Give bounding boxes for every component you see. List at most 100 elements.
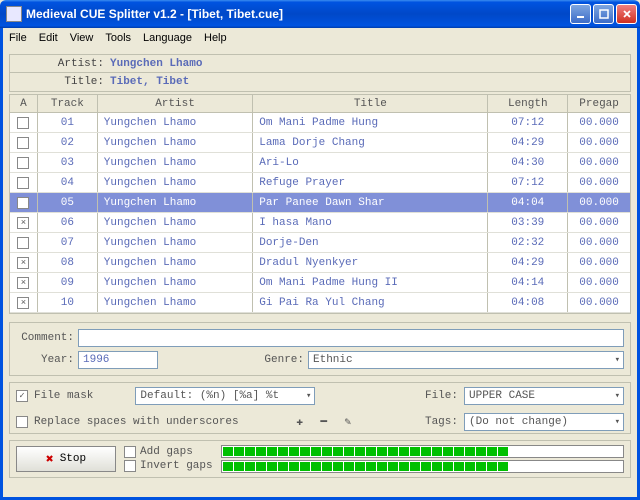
options-panel: ✓ File mask Default: (%n) [%a] %t File: …: [9, 382, 631, 434]
cell-title: Ari-Lo: [253, 153, 488, 172]
form-panel: Comment: Year: Genre: Ethnic: [9, 322, 631, 376]
menu-tools[interactable]: Tools: [105, 32, 131, 44]
cell-length: 04:04: [488, 193, 568, 212]
table-row[interactable]: 05Yungchen LhamoPar Panee Dawn Shar04:04…: [10, 193, 630, 213]
cell-pregap: 00.000: [568, 133, 630, 152]
row-checkbox[interactable]: ×: [17, 257, 29, 269]
file-combo[interactable]: UPPER CASE: [464, 387, 624, 405]
row-checkbox[interactable]: [17, 237, 29, 249]
cell-title: Gi Pai Ra Yul Chang: [253, 293, 488, 312]
addgaps-label: Add gaps: [140, 446, 193, 458]
table-row[interactable]: × 09Yungchen LhamoOm Mani Padme Hung II04…: [10, 273, 630, 293]
cell-title: Refuge Prayer: [253, 173, 488, 192]
row-checkbox[interactable]: [17, 157, 29, 169]
table-row[interactable]: 02Yungchen LhamoLama Dorje Chang04:2900.…: [10, 133, 630, 153]
edit-icon[interactable]: ✎: [339, 413, 357, 431]
cell-title: Lama Dorje Chang: [253, 133, 488, 152]
cell-title: Dradul Nyenkyer: [253, 253, 488, 272]
cell-pregap: 00.000: [568, 193, 630, 212]
remove-icon[interactable]: ━: [315, 413, 333, 431]
titlebar[interactable]: Medieval CUE Splitter v1.2 - [Tibet, Tib…: [0, 0, 640, 28]
header-artist[interactable]: Artist: [98, 95, 253, 112]
cell-pregap: 00.000: [568, 113, 630, 132]
table-row[interactable]: 03Yungchen LhamoAri-Lo04:3000.000: [10, 153, 630, 173]
comment-input[interactable]: [78, 329, 624, 347]
close-button[interactable]: [616, 4, 637, 24]
row-checkbox[interactable]: [17, 177, 29, 189]
tags-combo[interactable]: (Do not change): [464, 413, 624, 431]
row-checkbox[interactable]: [17, 197, 29, 209]
progress-bar-2: [221, 460, 624, 473]
table-row[interactable]: 04Yungchen LhamoRefuge Prayer07:1200.000: [10, 173, 630, 193]
invertgaps-checkbox[interactable]: [124, 460, 136, 472]
cell-artist: Yungchen Lhamo: [98, 153, 253, 172]
meta-header: Artist: Yungchen Lhamo Title: Tibet, Tib…: [9, 54, 631, 92]
cell-artist: Yungchen Lhamo: [98, 113, 253, 132]
cell-track: 06: [38, 213, 98, 232]
minimize-button[interactable]: [570, 4, 591, 24]
cell-track: 09: [38, 273, 98, 292]
artist-label: Artist:: [10, 58, 110, 70]
row-checkbox[interactable]: ×: [17, 297, 29, 309]
replace-checkbox[interactable]: [16, 416, 28, 428]
header-a[interactable]: A: [10, 95, 38, 112]
menu-view[interactable]: View: [70, 32, 94, 44]
stop-button[interactable]: ✖ Stop: [16, 446, 116, 472]
cell-pregap: 00.000: [568, 253, 630, 272]
menu-language[interactable]: Language: [143, 32, 192, 44]
year-label: Year:: [16, 354, 74, 366]
stop-icon: ✖: [46, 452, 54, 467]
add-icon[interactable]: ✚: [291, 413, 309, 431]
cell-title: Par Panee Dawn Shar: [253, 193, 488, 212]
table-row[interactable]: 07Yungchen LhamoDorje-Den02:3200.000: [10, 233, 630, 253]
cell-pregap: 00.000: [568, 233, 630, 252]
cell-title: I hasa Mano: [253, 213, 488, 232]
menu-edit[interactable]: Edit: [39, 32, 58, 44]
cell-length: 04:30: [488, 153, 568, 172]
cell-artist: Yungchen Lhamo: [98, 233, 253, 252]
cell-track: 04: [38, 173, 98, 192]
table-row[interactable]: 01Yungchen LhamoOm Mani Padme Hung07:120…: [10, 113, 630, 133]
grid-header: A Track Artist Title Length Pregap: [10, 95, 630, 113]
cell-length: 04:14: [488, 273, 568, 292]
filemask-label: File mask: [34, 390, 93, 402]
header-title[interactable]: Title: [253, 95, 488, 112]
row-checkbox[interactable]: [17, 117, 29, 129]
cell-track: 07: [38, 233, 98, 252]
cell-pregap: 00.000: [568, 213, 630, 232]
maximize-button[interactable]: [593, 4, 614, 24]
cell-artist: Yungchen Lhamo: [98, 133, 253, 152]
table-row[interactable]: ×08Yungchen LhamoDradul Nyenkyer04:2900.…: [10, 253, 630, 273]
cell-length: 04:08: [488, 293, 568, 312]
year-input[interactable]: [78, 351, 158, 369]
genre-combo[interactable]: Ethnic: [308, 351, 624, 369]
track-grid: A Track Artist Title Length Pregap 01Yun…: [9, 94, 631, 314]
cell-title: Om Mani Padme Hung II: [253, 273, 488, 292]
app-icon: [6, 6, 22, 22]
cell-pregap: 00.000: [568, 173, 630, 192]
menubar: File Edit View Tools Language Help: [3, 28, 637, 48]
cell-track: 02: [38, 133, 98, 152]
cell-artist: Yungchen Lhamo: [98, 273, 253, 292]
cell-track: 01: [38, 113, 98, 132]
cell-length: 07:12: [488, 173, 568, 192]
header-pregap[interactable]: Pregap: [568, 95, 630, 112]
filemask-combo[interactable]: Default: (%n) [%a] %t: [135, 387, 315, 405]
tags-label: Tags:: [425, 416, 458, 428]
menu-help[interactable]: Help: [204, 32, 227, 44]
row-checkbox[interactable]: ×: [17, 217, 29, 229]
title-label: Title:: [10, 76, 110, 88]
addgaps-checkbox[interactable]: [124, 446, 136, 458]
table-row[interactable]: ×06Yungchen LhamoI hasa Mano03:3900.000: [10, 213, 630, 233]
filemask-checkbox[interactable]: ✓: [16, 390, 28, 402]
menu-file[interactable]: File: [9, 32, 27, 44]
row-checkbox[interactable]: [17, 137, 29, 149]
header-track[interactable]: Track: [38, 95, 98, 112]
header-length[interactable]: Length: [488, 95, 568, 112]
cell-length: 04:29: [488, 133, 568, 152]
title-value: Tibet, Tibet: [110, 76, 189, 88]
table-row[interactable]: ×10Yungchen LhamoGi Pai Ra Yul Chang04:0…: [10, 293, 630, 313]
invertgaps-label: Invert gaps: [140, 460, 213, 472]
row-checkbox[interactable]: ×: [17, 277, 29, 289]
cell-pregap: 00.000: [568, 153, 630, 172]
